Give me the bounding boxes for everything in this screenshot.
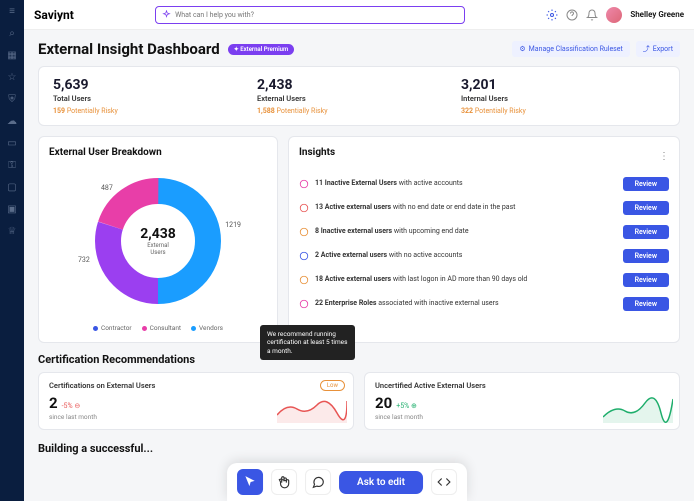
sidebar-building-icon[interactable]: ▦ [7, 50, 17, 60]
sidebar-menu-icon[interactable]: ≡ [7, 6, 17, 16]
logo: Saviynt [34, 8, 74, 22]
sidebar-shield-icon[interactable]: ⛨ [7, 94, 17, 104]
insight-row: 22 Enterprise Roles associated with inac… [299, 292, 669, 316]
sparkle-icon [162, 10, 171, 19]
cert-card-uncertified[interactable]: Uncertified Active External Users 20 +5%… [364, 372, 680, 430]
sidebar-cloud-icon[interactable]: ☁ [7, 116, 17, 126]
avatar[interactable] [606, 7, 622, 23]
insight-row: 18 Active external users with last logon… [299, 268, 669, 292]
stat-external-users: 2,438 External Users 1,588 Potentially R… [257, 77, 461, 115]
sidebar-star-icon[interactable]: ☆ [7, 72, 17, 82]
cert-card-external[interactable]: Certifications on External Users Low 2 -… [38, 372, 354, 430]
stat-internal-users: 3,201 Internal Users 322 Potentially Ris… [461, 77, 665, 115]
cert-section-title: Certification Recommendations [38, 353, 680, 366]
donut-legend: Contractor Consultant Vendors [49, 324, 267, 332]
gear-icon[interactable] [546, 9, 558, 21]
cursor-icon [243, 475, 257, 489]
calendar-icon [299, 203, 309, 213]
insight-row: 13 Active external users with no end dat… [299, 196, 669, 220]
donut-label-b: 732 [78, 256, 90, 264]
insights-card: Insights ⋮ 11 Inactive External Users wi… [288, 136, 680, 343]
page-title: External Insight Dashboard [38, 40, 220, 58]
review-button[interactable]: Review [623, 273, 669, 287]
sidebar-doc-icon[interactable]: ▢ [7, 182, 17, 192]
upload-icon: ⤴ [643, 44, 650, 54]
username: Shelley Greene [630, 10, 684, 19]
search-box[interactable] [155, 6, 465, 24]
help-icon[interactable] [566, 9, 578, 21]
stat-total-users: 5,639 Total Users 159 Potentially Risky [53, 77, 257, 115]
sparkline-1 [277, 395, 347, 423]
user-check-icon [299, 251, 309, 261]
hand-tool-button[interactable] [271, 469, 297, 495]
review-button[interactable]: Review [623, 249, 669, 263]
sidebar-car-icon[interactable]: ▭ [7, 138, 17, 148]
sparkline-2 [603, 395, 673, 423]
stats-card: 5,639 Total Users 159 Potentially Risky … [38, 66, 680, 126]
breakdown-title: External User Breakdown [49, 147, 267, 158]
review-button[interactable]: Review [623, 225, 669, 239]
topbar: Saviynt Shelley Greene [24, 0, 694, 30]
comment-tool-button[interactable] [305, 469, 331, 495]
insight-row: 11 Inactive External Users with active a… [299, 172, 669, 196]
building-title: Building a successful... [38, 442, 680, 455]
bell-icon [299, 227, 309, 237]
review-button[interactable]: Review [623, 177, 669, 191]
sidebar-crown-icon[interactable]: ♕ [7, 226, 17, 236]
export-button[interactable]: ⤴Export [636, 41, 680, 57]
review-button[interactable]: Review [623, 297, 669, 311]
gear-small-icon: ⚙ [519, 45, 525, 53]
insight-row: 2 Active external users with no active a… [299, 244, 669, 268]
bottom-toolbar: Ask to edit [227, 463, 467, 501]
premium-badge: ✦ External Premium [228, 44, 294, 55]
cert-tooltip: We recommend running certification at le… [260, 325, 355, 360]
sidebar-search-icon[interactable]: ⌕ [7, 28, 17, 38]
review-button[interactable]: Review [623, 201, 669, 215]
hand-icon [277, 475, 291, 489]
code-icon [437, 475, 451, 489]
low-badge: Low [320, 380, 345, 391]
ask-to-edit-button[interactable]: Ask to edit [339, 471, 423, 494]
code-tool-button[interactable] [431, 469, 457, 495]
left-sidebar: ≡ ⌕ ▦ ☆ ⛨ ☁ ▭ ⚿ ▢ ▣ ♕ [0, 0, 24, 501]
manage-ruleset-button[interactable]: ⚙Manage Classification Ruleset [512, 41, 629, 57]
clock-icon [299, 275, 309, 285]
sidebar-folder-icon[interactable]: ▣ [7, 204, 17, 214]
insights-title: Insights [299, 147, 335, 158]
cursor-tool-button[interactable] [237, 469, 263, 495]
sidebar-key-icon[interactable]: ⚿ [7, 160, 17, 170]
bell-icon[interactable] [586, 9, 598, 21]
insight-row: 8 Inactive external users with upcoming … [299, 220, 669, 244]
insights-menu-icon[interactable]: ⋮ [659, 151, 669, 162]
search-input[interactable] [175, 11, 458, 19]
donut-label-c: 1219 [225, 221, 241, 229]
user-x-icon [299, 179, 309, 189]
shield-icon [299, 299, 309, 309]
breakdown-card: External User Breakdown 2,438 ExternalUs… [38, 136, 278, 343]
donut-label-a: 487 [101, 184, 113, 192]
comment-icon [311, 475, 325, 489]
